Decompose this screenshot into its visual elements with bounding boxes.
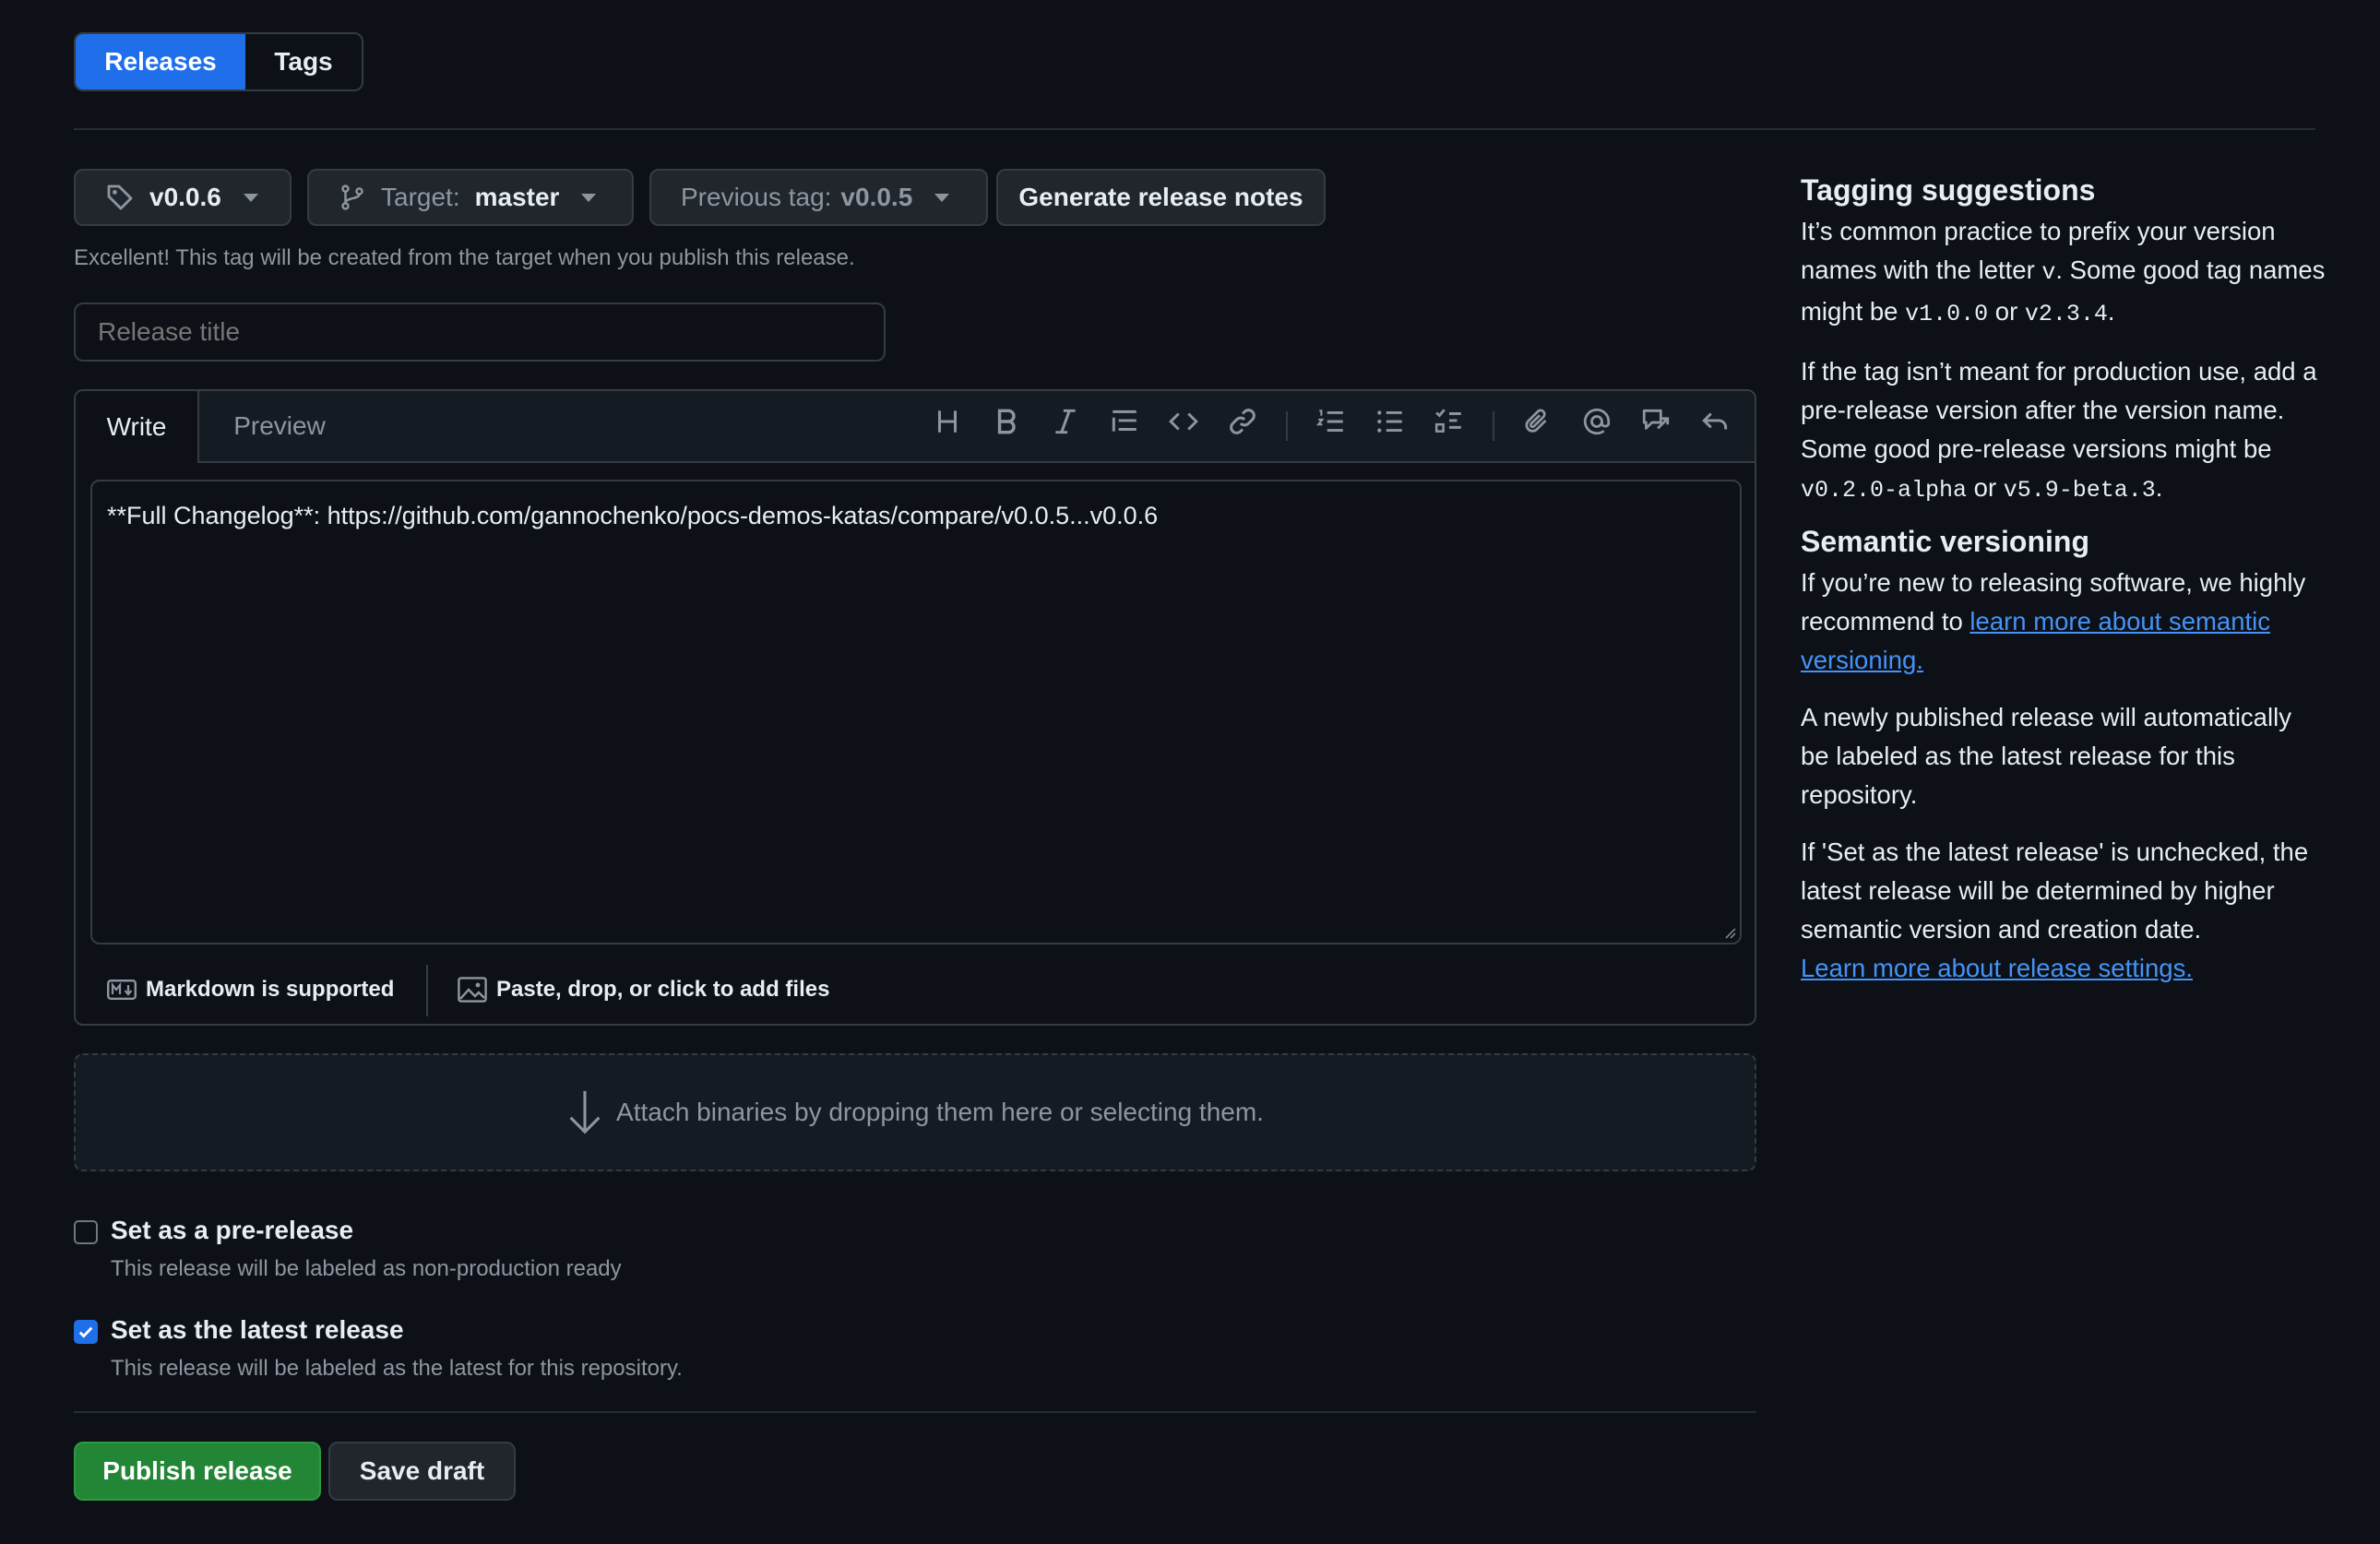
italic-icon[interactable]: [1050, 406, 1081, 437]
attach-label: Attach binaries by dropping them here or…: [616, 1098, 1264, 1126]
editor-container: Write Preview **Full Changelog**: https:…: [74, 389, 1756, 1026]
branch-icon: [339, 183, 366, 212]
latest-release-checkbox[interactable]: [74, 1320, 98, 1344]
arrow-down-icon: [566, 1089, 603, 1135]
sidebar: Tagging suggestions It’s common practice…: [1801, 168, 2326, 1006]
semver-paragraph-1: If you’re new to releasing software, we …: [1801, 568, 2306, 674]
markdown-textarea[interactable]: **Full Changelog**: https://github.com/g…: [90, 480, 1742, 944]
tags-tab[interactable]: Tags: [245, 34, 362, 89]
undo-icon[interactable]: [1699, 406, 1731, 437]
quote-icon[interactable]: [1109, 406, 1140, 437]
chevron-down-icon: [581, 193, 597, 202]
release-settings-link[interactable]: Learn more about release settings.: [1801, 954, 2193, 982]
editor-toolbar: Write Preview: [76, 391, 1755, 463]
code-icon[interactable]: [1168, 406, 1199, 437]
task-list-icon[interactable]: [1434, 406, 1465, 437]
target-branch-select[interactable]: Target: master: [307, 169, 634, 226]
semver-paragraph-3: If 'Set as the latest release' is unchec…: [1801, 837, 2309, 982]
resize-handle-icon[interactable]: [1723, 926, 1736, 939]
editor-footer: Markdown is supported Paste, drop, or cl…: [76, 956, 1755, 1024]
latest-release-description: This release will be labeled as the late…: [111, 1356, 683, 1381]
tagging-paragraph-2: If the tag isn’t meant for production us…: [1801, 357, 2317, 504]
mention-icon[interactable]: [1581, 406, 1612, 437]
actions-divider: [74, 1411, 1756, 1413]
markdown-note: Markdown is supported: [146, 977, 395, 1002]
heading-icon[interactable]: [932, 406, 963, 437]
tab-write[interactable]: Write: [76, 391, 199, 463]
previous-tag-label: Previous tag:: [681, 183, 832, 211]
tag-select-button[interactable]: v0.0.6: [74, 169, 292, 226]
checkmark-icon: [78, 1326, 93, 1338]
link-icon[interactable]: [1227, 406, 1258, 437]
add-files-button[interactable]: Paste, drop, or click to add files: [458, 968, 829, 1011]
prerelease-label[interactable]: Set as a pre-release: [111, 1216, 353, 1245]
bold-icon[interactable]: [991, 406, 1022, 437]
target-value: master: [474, 183, 560, 211]
tagging-paragraph-1: It’s common practice to prefix your vers…: [1801, 217, 2326, 327]
chevron-down-icon: [934, 193, 950, 202]
tag-value: v0.0.6: [149, 183, 221, 211]
unordered-list-icon[interactable]: [1374, 406, 1406, 437]
target-prefix: Target:: [381, 183, 460, 211]
semver-paragraph-2: A newly published release will automatic…: [1801, 703, 2291, 809]
previous-tag-value: v0.0.5: [840, 183, 913, 211]
toolbar-divider: [1493, 411, 1494, 441]
releases-tab[interactable]: Releases: [76, 34, 245, 89]
release-title-input[interactable]: [74, 303, 886, 362]
markdown-support-link[interactable]: Markdown is supported: [107, 968, 394, 1011]
reference-icon[interactable]: [1640, 406, 1672, 437]
files-note: Paste, drop, or click to add files: [496, 977, 830, 1002]
markdown-icon: [107, 980, 137, 1000]
generate-release-notes-button[interactable]: Generate release notes: [996, 169, 1326, 226]
attach-binaries-dropzone[interactable]: Attach binaries by dropping them here or…: [74, 1053, 1756, 1171]
image-icon: [458, 977, 487, 1003]
releases-tags-nav: Releases Tags: [74, 32, 363, 91]
header-divider: [74, 128, 2315, 130]
footer-divider: [426, 965, 428, 1016]
publish-release-button[interactable]: Publish release: [74, 1442, 321, 1501]
semantic-versioning-heading: Semantic versioning: [1801, 525, 2089, 558]
ordered-list-icon[interactable]: [1315, 406, 1347, 437]
tab-preview[interactable]: Preview: [199, 391, 360, 461]
toolbar-divider: [1286, 411, 1288, 441]
release-body-text: **Full Changelog**: https://github.com/g…: [107, 502, 1159, 529]
previous-tag-select[interactable]: Previous tag: v0.0.5: [649, 169, 988, 226]
prerelease-description: This release will be labeled as non-prod…: [111, 1256, 622, 1281]
prerelease-checkbox[interactable]: [74, 1220, 98, 1244]
chevron-down-icon: [243, 193, 258, 202]
latest-release-label[interactable]: Set as the latest release: [111, 1315, 404, 1345]
save-draft-button[interactable]: Save draft: [328, 1442, 516, 1501]
tag-icon: [105, 183, 135, 212]
tagging-suggestions-heading: Tagging suggestions: [1801, 173, 2096, 207]
attachment-icon[interactable]: [1522, 406, 1553, 437]
tag-hint: Excellent! This tag will be created from…: [74, 245, 855, 270]
